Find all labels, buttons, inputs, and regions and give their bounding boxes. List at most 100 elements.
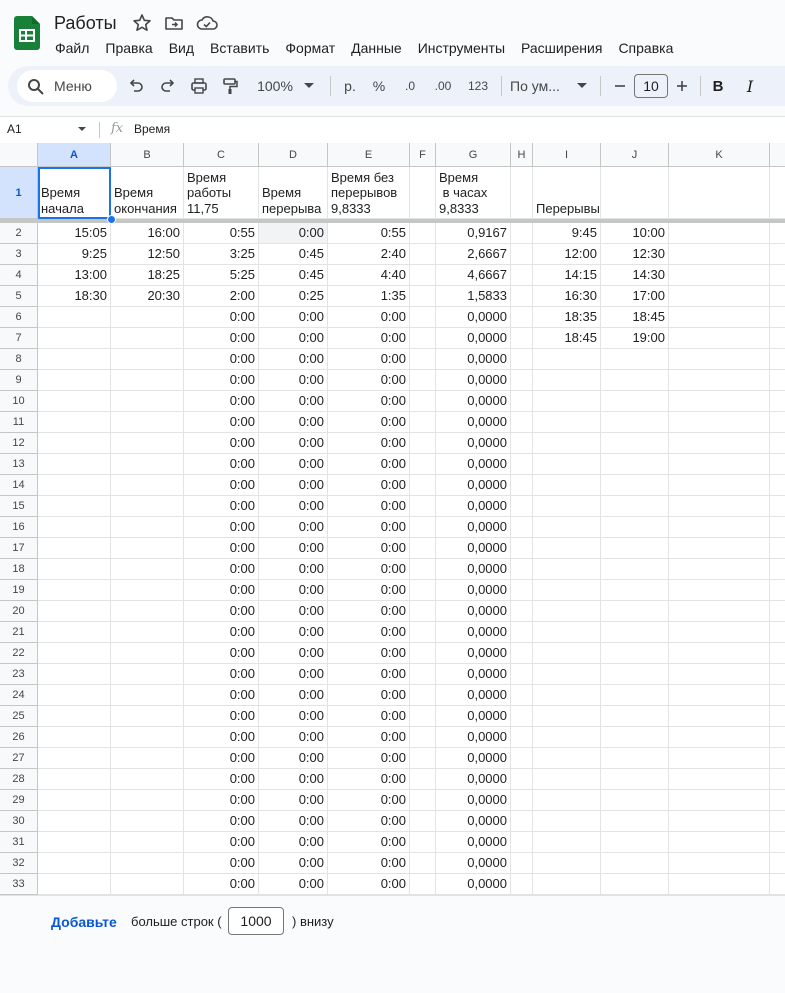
row-header[interactable]: 1 <box>0 167 38 219</box>
table-cell[interactable]: 0:00 <box>184 685 259 706</box>
table-cell[interactable]: 18:25 <box>111 265 184 286</box>
table-cell[interactable] <box>410 874 436 895</box>
table-cell[interactable]: 2:00 <box>184 286 259 307</box>
table-cell[interactable] <box>511 244 533 265</box>
table-cell[interactable]: 0:00 <box>328 874 410 895</box>
table-cell[interactable] <box>511 769 533 790</box>
table-cell[interactable] <box>770 370 785 391</box>
table-cell[interactable] <box>111 748 184 769</box>
table-cell[interactable]: 18:35 <box>533 307 601 328</box>
table-cell[interactable] <box>669 706 770 727</box>
table-cell[interactable]: 0:00 <box>328 307 410 328</box>
table-cell[interactable]: 0:00 <box>328 559 410 580</box>
table-cell[interactable]: 0:00 <box>328 496 410 517</box>
table-cell[interactable] <box>533 748 601 769</box>
table-cell[interactable] <box>533 811 601 832</box>
table-cell[interactable] <box>669 307 770 328</box>
table-cell[interactable] <box>111 664 184 685</box>
table-cell[interactable]: 0:00 <box>259 223 328 244</box>
table-cell[interactable] <box>533 622 601 643</box>
row-header[interactable]: 9 <box>0 370 38 391</box>
table-cell[interactable] <box>38 328 111 349</box>
table-cell[interactable] <box>111 370 184 391</box>
table-cell[interactable]: 2,6667 <box>436 244 511 265</box>
table-cell[interactable] <box>511 223 533 244</box>
sheets-logo-icon[interactable] <box>14 16 40 50</box>
table-cell[interactable] <box>511 391 533 412</box>
table-cell[interactable]: 0,0000 <box>436 412 511 433</box>
table-cell[interactable]: 17:00 <box>601 286 669 307</box>
row-header[interactable]: 27 <box>0 748 38 769</box>
table-cell[interactable] <box>601 391 669 412</box>
table-cell[interactable] <box>533 790 601 811</box>
table-cell[interactable]: 1:35 <box>328 286 410 307</box>
table-cell[interactable]: 0:00 <box>328 370 410 391</box>
row-header[interactable]: 17 <box>0 538 38 559</box>
table-cell[interactable]: 0:00 <box>328 517 410 538</box>
table-cell[interactable] <box>111 349 184 370</box>
table-cell[interactable] <box>770 664 785 685</box>
table-cell[interactable] <box>511 874 533 895</box>
table-cell[interactable] <box>111 769 184 790</box>
table-cell[interactable]: 0:00 <box>184 811 259 832</box>
table-cell[interactable]: 1,5833 <box>436 286 511 307</box>
table-cell[interactable] <box>111 328 184 349</box>
table-cell[interactable] <box>601 475 669 496</box>
table-cell[interactable]: 0:00 <box>328 328 410 349</box>
table-cell[interactable] <box>38 391 111 412</box>
table-cell[interactable]: 18:30 <box>38 286 111 307</box>
decrease-decimals-button[interactable]: .0 <box>398 74 422 98</box>
menu-format[interactable]: Формат <box>285 38 335 58</box>
table-cell[interactable] <box>533 496 601 517</box>
table-cell[interactable] <box>511 685 533 706</box>
table-cell[interactable]: 2:40 <box>328 244 410 265</box>
table-cell[interactable] <box>770 790 785 811</box>
table-cell[interactable]: 0,0000 <box>436 685 511 706</box>
table-cell[interactable]: 0:00 <box>328 643 410 664</box>
table-cell[interactable]: 0:00 <box>259 622 328 643</box>
table-cell[interactable] <box>770 349 785 370</box>
table-cell[interactable] <box>669 559 770 580</box>
table-cell[interactable] <box>601 832 669 853</box>
table-cell[interactable]: 0:00 <box>328 454 410 475</box>
table-cell[interactable] <box>410 601 436 622</box>
table-cell[interactable] <box>111 874 184 895</box>
table-cell[interactable]: 0:00 <box>184 475 259 496</box>
table-cell[interactable] <box>669 622 770 643</box>
table-cell[interactable] <box>38 769 111 790</box>
row-header[interactable]: 16 <box>0 517 38 538</box>
table-cell[interactable]: 0:00 <box>259 811 328 832</box>
table-cell[interactable] <box>511 706 533 727</box>
table-cell[interactable] <box>410 433 436 454</box>
header-cell[interactable] <box>669 167 770 219</box>
number-format-button[interactable]: 123 <box>464 74 492 98</box>
table-cell[interactable] <box>410 286 436 307</box>
table-cell[interactable] <box>669 643 770 664</box>
table-cell[interactable] <box>669 685 770 706</box>
table-cell[interactable] <box>38 832 111 853</box>
row-header[interactable]: 8 <box>0 349 38 370</box>
table-cell[interactable] <box>38 853 111 874</box>
table-cell[interactable]: 0,0000 <box>436 748 511 769</box>
column-header[interactable]: A <box>38 143 111 167</box>
chevron-down-icon[interactable] <box>78 127 86 132</box>
row-header[interactable]: 18 <box>0 559 38 580</box>
star-icon[interactable] <box>131 12 153 34</box>
table-cell[interactable] <box>38 475 111 496</box>
table-cell[interactable] <box>38 601 111 622</box>
table-cell[interactable] <box>669 349 770 370</box>
table-cell[interactable] <box>669 853 770 874</box>
table-cell[interactable] <box>533 559 601 580</box>
table-cell[interactable] <box>410 811 436 832</box>
table-cell[interactable] <box>533 601 601 622</box>
table-cell[interactable] <box>770 874 785 895</box>
table-cell[interactable] <box>770 811 785 832</box>
table-cell[interactable]: 9:25 <box>38 244 111 265</box>
percent-format-button[interactable]: % <box>370 74 388 98</box>
table-cell[interactable] <box>601 664 669 685</box>
table-cell[interactable]: 0:00 <box>184 769 259 790</box>
table-cell[interactable] <box>770 706 785 727</box>
table-cell[interactable]: 0:00 <box>184 538 259 559</box>
table-cell[interactable]: 0,0000 <box>436 454 511 475</box>
table-cell[interactable] <box>111 580 184 601</box>
